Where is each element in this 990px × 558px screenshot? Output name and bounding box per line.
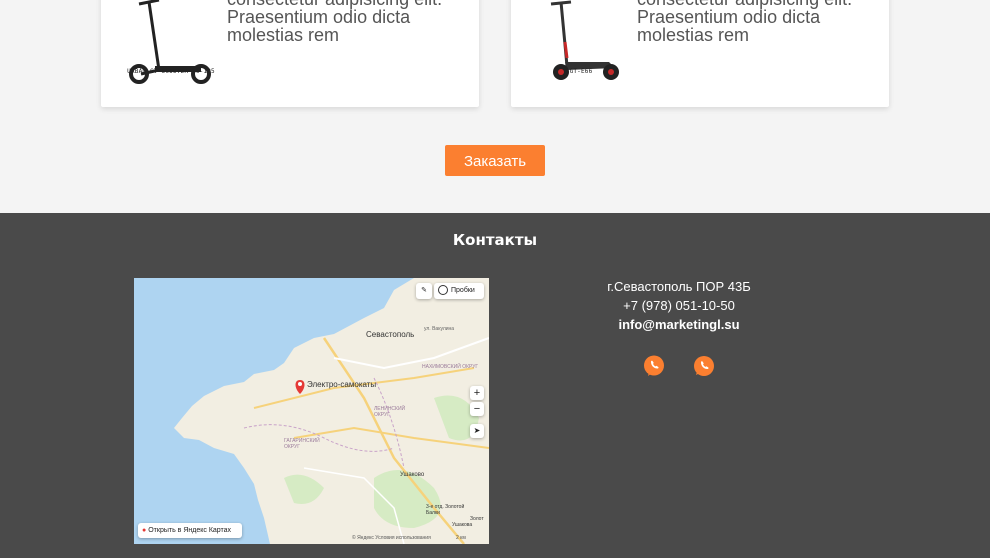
email[interactable]: info@marketingl.su: [565, 315, 793, 334]
map-label-place: Ушаково: [400, 472, 425, 478]
order-button[interactable]: Заказать: [445, 145, 545, 176]
map-label-city: Севастополь: [366, 330, 415, 339]
yandex-map[interactable]: Пробки ✎ Севастополь ул. Вакулина Электр…: [134, 278, 489, 544]
ruler-button[interactable]: ✎: [416, 283, 432, 299]
map-label-street: ул. Вакулина: [424, 326, 455, 332]
map-label-district: ГАГАРИНСКИЙ ОКРУГ: [284, 438, 320, 450]
product-card: URBAN GT SCOOTER BC-125 consectetur adip…: [101, 0, 479, 107]
traffic-icon: [438, 285, 448, 296]
phone[interactable]: +7 (978) 051-10-50: [565, 296, 793, 315]
map-label-place: 3-е отд. Золотой Балки: [426, 504, 465, 516]
product-caption: GT-E66: [569, 68, 593, 75]
product-description: consectetur adipisicing elit. Praesentiu…: [637, 0, 852, 45]
product-caption: URBAN GT SCOOTER BC-125: [127, 68, 215, 75]
map-label-marker: Электро-самокаты: [307, 380, 377, 389]
ruler-icon: ✎: [421, 287, 427, 294]
contact-info: г.Севастополь ПОР 43Б +7 (978) 051-10-50…: [565, 277, 793, 334]
map-label-district: НАХИМОВСКИЙ ОКРУГ: [422, 364, 479, 370]
viber-icon[interactable]: [643, 355, 665, 377]
contacts-footer: Контакты Пробки ✎ Севастополь ул. Вакули…: [0, 213, 990, 558]
map-copyright: © Яндекс Условия использования: [352, 535, 431, 541]
address: г.Севастополь ПОР 43Б: [607, 279, 751, 294]
footer-title: Контакты: [452, 231, 538, 249]
whatsapp-icon[interactable]: [693, 355, 715, 377]
geolocation-button[interactable]: ➤: [470, 424, 484, 438]
zoom-out-button[interactable]: −: [470, 402, 484, 416]
map-pin-icon: ●: [142, 527, 147, 534]
open-yandex-maps-link[interactable]: ● Открыть в Яндекс Картах: [138, 523, 242, 538]
product-description: consectetur adipisicing elit. Praesentiu…: [227, 0, 442, 45]
map-label-district: ЛЕНИНСКИЙ ОКРУГ: [374, 406, 406, 418]
zoom-in-button[interactable]: +: [470, 386, 484, 400]
traffic-button[interactable]: Пробки: [434, 283, 484, 299]
product-card: GT-E66 consectetur adipisicing elit. Pra…: [511, 0, 889, 107]
location-arrow-icon: ➤: [473, 426, 481, 435]
map-scale: 2 км: [456, 535, 466, 541]
map-label-place: Ушакова: [452, 522, 473, 528]
